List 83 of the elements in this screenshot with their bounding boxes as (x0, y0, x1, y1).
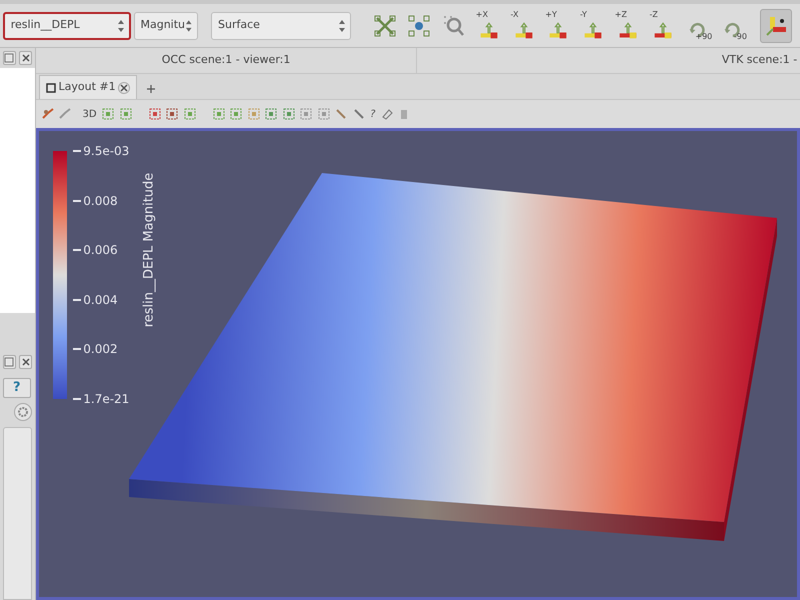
view-tool-button[interactable] (102, 108, 114, 120)
float-button[interactable] (2, 50, 16, 65)
settings-icon (16, 404, 30, 419)
settings-button[interactable] (14, 403, 32, 421)
view-tool-button[interactable] (148, 108, 161, 120)
view-tool-button[interactable] (120, 108, 132, 120)
axes-arrows-icon (652, 20, 672, 40)
dashed-square-icon (318, 108, 330, 120)
window-icon (46, 82, 56, 92)
tick-mark (72, 348, 80, 350)
dashed-square-icon (212, 108, 225, 120)
zoom-to-data-icon (407, 14, 432, 38)
camera-button[interactable]: -Y (577, 8, 609, 42)
cross-arrows-icon (372, 14, 396, 38)
tick-mark (72, 150, 80, 152)
tick-mark (72, 398, 80, 400)
close-tab-button[interactable] (118, 82, 130, 94)
dashed-square-icon (282, 108, 295, 120)
axes-arrows-icon (514, 20, 534, 40)
close-icon (120, 84, 128, 92)
spinner-arrows-icon (116, 18, 125, 32)
spinner-arrows-icon (185, 18, 192, 32)
dashed-square-icon (265, 108, 278, 120)
legend-tick-label: 0.002 (83, 343, 118, 356)
layout-tab[interactable]: Layout #1 (38, 75, 138, 99)
tick-mark (72, 249, 80, 252)
help-tool-button[interactable]: ? (370, 106, 376, 122)
plus-icon (146, 84, 155, 93)
legend-tick-label: 0.006 (83, 244, 118, 256)
view-tool-button[interactable] (300, 108, 312, 120)
axes-arrows-icon (478, 20, 499, 40)
spinner-arrows-icon (338, 18, 346, 32)
array-combo[interactable]: reslin__DEPL (2, 12, 131, 40)
dashed-square-icon (102, 108, 114, 120)
camera-button[interactable]: +X (472, 8, 505, 42)
close-button[interactable] (18, 355, 32, 370)
legend-tick-label: 0.008 (83, 194, 118, 207)
camera-button[interactable] (760, 8, 792, 42)
dashed-square-icon (184, 108, 196, 120)
axes-arrows-icon (548, 20, 568, 40)
view-mode-button[interactable]: 3D (82, 106, 97, 122)
dashed-square-icon (166, 108, 178, 120)
eraser-icon (380, 108, 393, 120)
viewer-title: OCC scene:1 - viewer:1 (162, 52, 290, 68)
dashed-square-icon (248, 108, 260, 120)
viewer-title: VTK scene:1 - (722, 52, 798, 68)
tick-mark (72, 298, 80, 301)
square-icon (4, 52, 14, 63)
float-button[interactable] (2, 355, 16, 370)
dashed-square-icon (148, 108, 161, 120)
dashed-square-icon (230, 108, 242, 120)
axes-arrows-icon (583, 20, 603, 40)
tick-mark (72, 200, 80, 202)
view-tool-button[interactable] (230, 108, 242, 120)
magnifier-icon (442, 14, 466, 38)
help-button[interactable]: ? (2, 378, 31, 398)
dashed-square-icon (300, 108, 312, 120)
axes-arrows-icon (618, 20, 638, 40)
view-tool-button[interactable] (212, 108, 225, 120)
legend-title: reslin__DEPL Magnitude (142, 172, 156, 328)
close-icon (20, 52, 31, 63)
camera-button[interactable]: +Z (612, 8, 644, 42)
square-icon (4, 357, 14, 368)
representation-combo[interactable]: Surface (211, 12, 351, 40)
legend-tick-label: 1.7e-21 (83, 392, 130, 405)
legend-tick-label: 0.004 (83, 294, 118, 306)
dashed-square-icon (120, 108, 132, 120)
view-tool-button[interactable] (318, 108, 330, 120)
view-tool-button[interactable] (265, 108, 278, 120)
close-button[interactable] (18, 50, 32, 65)
view-tool-button[interactable] (248, 108, 260, 120)
camera-button[interactable]: -Z (646, 8, 678, 42)
view-tool-button[interactable] (166, 108, 178, 120)
component-combo[interactable]: Magnitu (134, 12, 198, 40)
legend-tick-label: 9.5e-03 (83, 145, 130, 157)
view-tool-button[interactable] (184, 108, 196, 120)
close-icon (20, 357, 31, 368)
camera-button[interactable]: +90 (681, 8, 714, 42)
view-tool-button[interactable] (380, 108, 393, 120)
view-tool-button[interactable] (282, 108, 295, 120)
camera-button[interactable]: +Y (542, 8, 574, 42)
camera-button[interactable]: -X (508, 8, 540, 42)
camera-button[interactable]: -90 (716, 8, 748, 42)
